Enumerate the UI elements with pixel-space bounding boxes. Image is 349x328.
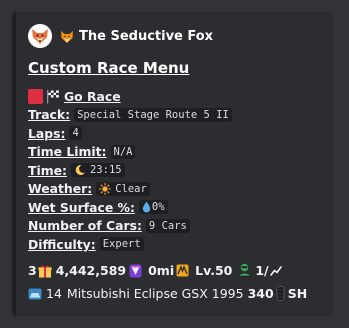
stat-level: Lv.50	[195, 263, 233, 278]
gift-icon	[38, 264, 52, 278]
embed-fields: Go Race Track: Special Stage Route 5 II …	[28, 87, 328, 254]
field-value: Clear	[115, 182, 147, 195]
field-label: Number of Cars:	[28, 218, 142, 234]
field-value: N/A	[110, 144, 136, 159]
embed-title: Custom Race Menu	[28, 59, 190, 77]
field-label: Time Limit:	[28, 144, 107, 160]
trend-icon	[269, 265, 282, 277]
car-power: 340	[247, 286, 274, 301]
car-model: Mitsubishi Eclipse GSX 1995	[66, 286, 244, 301]
embed-author: The Seductive Fox	[28, 23, 213, 49]
field-time: Time: 23:15	[28, 161, 328, 180]
field-number-of-cars: Number of Cars: 9 Cars	[28, 217, 328, 236]
field-value: 23:15	[89, 164, 122, 177]
field-track: Track: Special Stage Route 5 II	[28, 106, 328, 125]
mileage-icon	[176, 264, 189, 277]
sun-icon	[99, 182, 112, 195]
race-menu-embed: The Seductive Fox Custom Race Menu Go Ra…	[12, 12, 333, 316]
tyre-icon	[276, 286, 285, 301]
field-time-limit: Time Limit: N/A	[28, 143, 328, 162]
fox-emoji	[60, 29, 74, 43]
checkered-flag-icon	[46, 89, 60, 104]
field-label: Laps:	[28, 125, 66, 141]
stat-count: 3	[28, 263, 37, 278]
field-laps: Laps: 4	[28, 124, 328, 143]
field-label: Time:	[28, 162, 67, 178]
field-value: Expert	[99, 237, 144, 252]
red-square-icon	[28, 88, 43, 104]
fox-avatar[interactable]	[28, 24, 52, 48]
field-value: 4	[69, 126, 82, 141]
go-race-row: Go Race	[28, 87, 328, 106]
field-value-box: 23:15	[70, 163, 125, 178]
field-difficulty: Difficulty: Expert	[28, 235, 328, 254]
field-value-box: Clear	[96, 181, 150, 196]
field-weather: Weather: Clear	[28, 180, 328, 199]
field-label: Weather:	[28, 181, 93, 197]
stat-credits: 4,442,589	[55, 263, 127, 278]
field-value: 0%	[151, 201, 165, 214]
stat-mileage: 0mi	[148, 263, 175, 278]
car-badge-number: 14	[46, 286, 62, 301]
field-label: Difficulty:	[28, 236, 96, 252]
crescent-moon-icon	[74, 164, 86, 176]
field-label: Track:	[28, 107, 71, 123]
car-icon	[28, 288, 42, 300]
car-info: 14 Mitsubishi Eclipse GSX 1995 340 SH	[28, 286, 307, 301]
player-stats: 3 4,442,589 0mi Lv.50 1/	[28, 263, 282, 278]
driver-icon	[237, 263, 252, 278]
tyre-type: SH	[287, 286, 308, 301]
field-value: 9 Cars	[145, 218, 190, 233]
stat-rank: 1/	[255, 263, 269, 278]
field-wet-surface: Wet Surface %: 0%	[28, 198, 328, 217]
field-value: Special Stage Route 5 II	[74, 107, 232, 122]
embed-accent-bar	[12, 12, 16, 316]
purple-badge-icon	[129, 264, 142, 278]
field-value-box: 0%	[138, 200, 168, 215]
droplet-icon	[142, 201, 151, 213]
go-race-link[interactable]: Go Race	[64, 89, 121, 104]
author-name[interactable]: The Seductive Fox	[79, 29, 213, 44]
field-label: Wet Surface %:	[28, 199, 135, 215]
